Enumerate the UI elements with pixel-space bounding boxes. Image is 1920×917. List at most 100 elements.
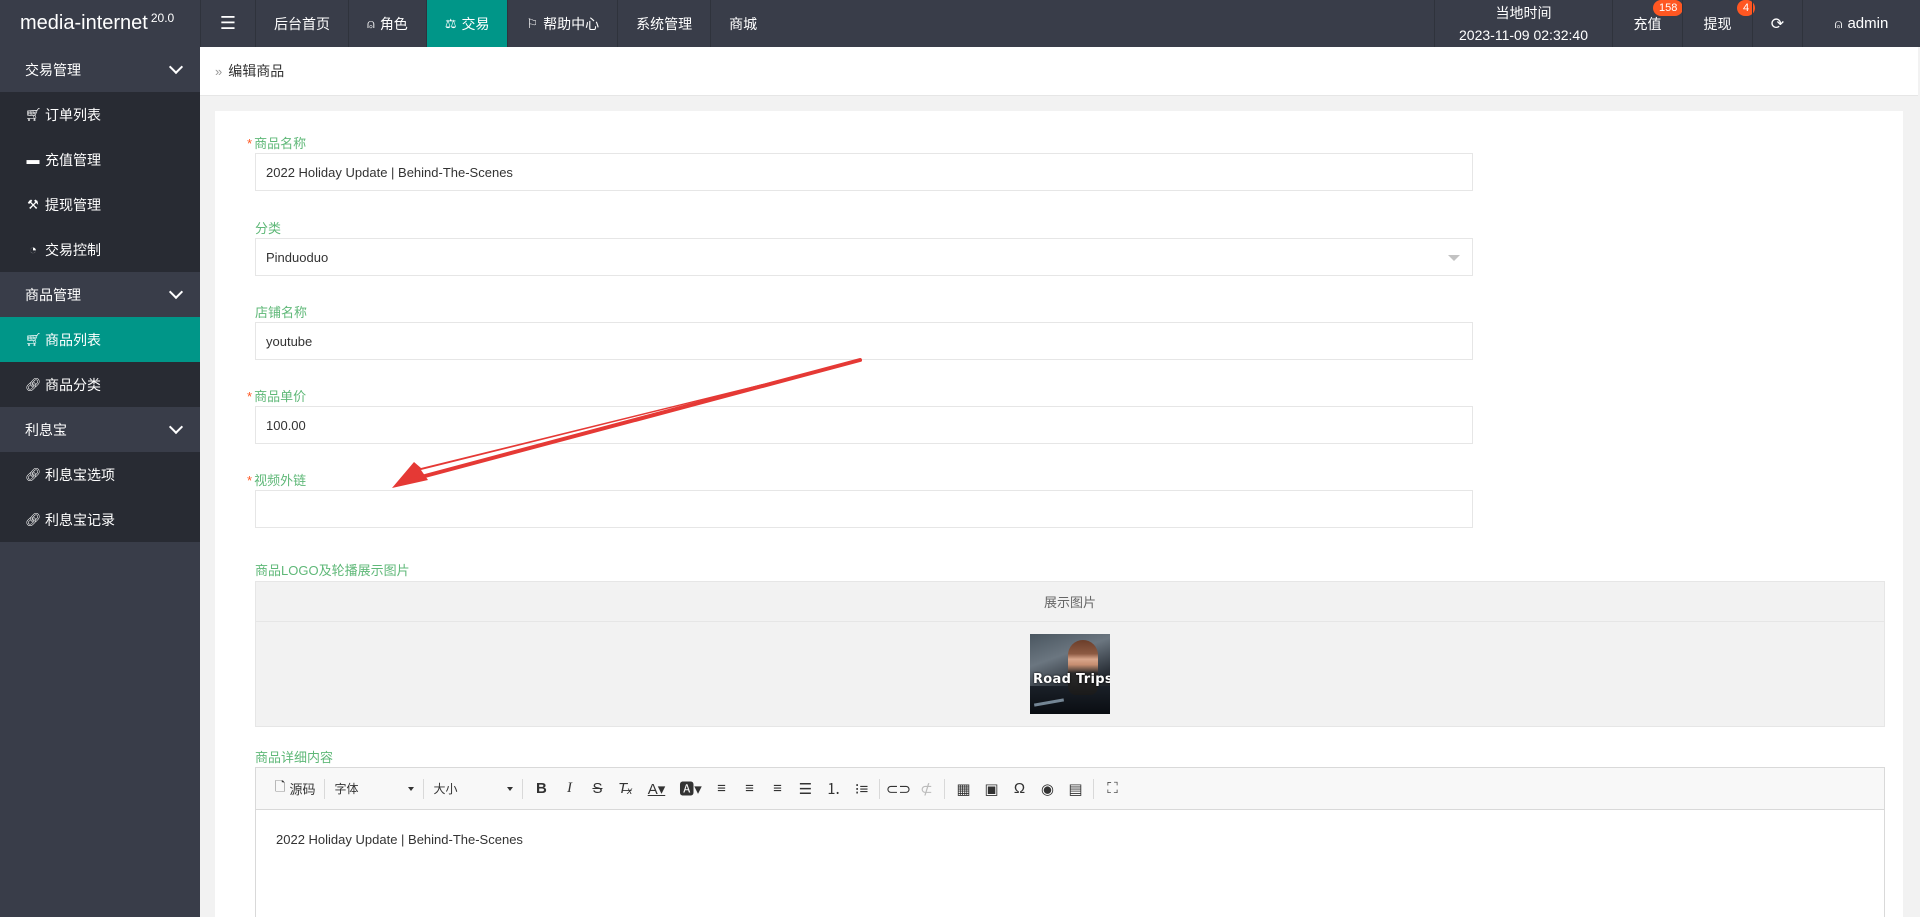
caret-down-icon — [408, 786, 415, 791]
user-icon: ⍝ — [367, 15, 375, 31]
double-chevron-right-icon: » — [215, 63, 223, 79]
special-char-icon[interactable]: Ω — [1005, 776, 1033, 802]
link-icon: 🔗︎ — [25, 376, 42, 392]
sidebar-group-interest[interactable]: 利息宝 — [0, 407, 200, 452]
emoji-icon[interactable]: ◉ — [1033, 776, 1061, 802]
image-icon[interactable]: ▣ — [977, 776, 1005, 802]
nav-home[interactable]: 后台首页 — [255, 0, 348, 47]
local-time-label: 当地时间 — [1495, 4, 1552, 21]
align-justify-icon[interactable]: ☰ — [791, 776, 819, 802]
editor-content[interactable]: 2022 Holiday Update | Behind-The-Scenes — [256, 810, 1884, 917]
italic-icon[interactable]: I — [555, 776, 583, 802]
ordered-list-icon[interactable]: ⒈ — [819, 776, 847, 802]
user-name: admin — [1847, 15, 1889, 32]
align-right-icon[interactable]: ≡ — [763, 776, 791, 802]
nav-mall[interactable]: 商城 — [710, 0, 775, 47]
nav-trade[interactable]: ⚖ 交易 — [425, 0, 508, 47]
fullscreen-icon[interactable]: ⛶ — [1098, 776, 1126, 802]
sidebar-item-product-list[interactable]: 🛒︎ 商品列表 — [0, 317, 200, 362]
top-bar: media-internet 20.0 ☰ 后台首页 ⍝ 角色 ⚖ 交易 ⚐ 帮助中心 … — [0, 0, 1920, 47]
nav-help[interactable]: ⚐ 帮助中心 — [507, 0, 617, 47]
source-button[interactable]: 🗋 源码 — [270, 776, 320, 802]
user-icon: ⍝ — [1834, 15, 1843, 31]
toolbar-separator — [324, 778, 326, 799]
nav-roles[interactable]: ⍝ 角色 — [348, 0, 426, 47]
table-icon[interactable]: ▦ — [949, 776, 977, 802]
code-icon[interactable]: ▤ — [1061, 776, 1089, 802]
category-select[interactable]: Pinduoduo — [255, 238, 1473, 276]
sidebar-item-label: 提现管理 — [45, 196, 101, 213]
sidebar-group-products[interactable]: 商品管理 — [0, 272, 200, 317]
sidebar-item-trade-control[interactable]: ◔ 交易控制 — [0, 227, 200, 272]
unordered-list-icon[interactable]: ⁝≡ — [847, 776, 875, 802]
align-center-icon[interactable]: ≡ — [735, 776, 763, 802]
chevron-down-icon — [168, 284, 184, 299]
file-icon: 🗋 — [275, 778, 286, 794]
app-version: 20.0 — [150, 10, 175, 25]
shop-name-input[interactable]: youtube — [255, 322, 1473, 360]
refresh-icon[interactable]: ⟳ — [1752, 0, 1802, 47]
toolbar-separator — [944, 778, 946, 799]
text-color-icon[interactable]: A▾ — [639, 776, 673, 802]
chevron-down-icon — [168, 419, 184, 434]
toolbar-separator — [879, 778, 881, 799]
font-select[interactable]: 字体 — [329, 776, 419, 802]
product-name-input[interactable]: 2022 Holiday Update | Behind-The-Scenes — [255, 153, 1473, 191]
align-left-icon[interactable]: ≡ — [707, 776, 735, 802]
sidebar-item-product-category[interactable]: 🔗︎ 商品分类 — [0, 362, 200, 407]
product-images-label: 商品LOGO及轮播展示图片 — [255, 563, 410, 578]
cart-icon: 🛒︎ — [25, 106, 42, 122]
sidebar-group-label: 商品管理 — [25, 286, 81, 303]
sidebar-item-label: 订单列表 — [45, 106, 101, 123]
sidebar-item-interest-options[interactable]: 🔗︎ 利息宝选项 — [0, 452, 200, 497]
clear-format-icon[interactable]: T̶ₓ — [611, 776, 639, 802]
size-label: 大小 — [433, 782, 458, 796]
withdraw-button[interactable]: 提现 4 — [1682, 0, 1756, 47]
recharge-badge: 158 — [1653, 0, 1684, 16]
withdraw-label: 提现 — [1703, 15, 1732, 32]
unlink-icon[interactable]: ⊄ — [912, 776, 940, 802]
local-time: 当地时间 2023-11-09 02:32:40 — [1434, 0, 1612, 47]
hammer-icon: ⚒ — [27, 196, 39, 212]
sidebar-item-interest-records[interactable]: 🔗︎ 利息宝记录 — [0, 497, 200, 542]
app-title: media-internet — [20, 12, 148, 34]
hamburger-icon[interactable]: ☰ — [200, 0, 255, 47]
category-value: Pinduoduo — [266, 249, 329, 265]
product-detail-label: 商品详细内容 — [255, 750, 334, 765]
link-icon[interactable]: ⊂⊃ — [884, 776, 912, 802]
product-name-label: * 商品名称 — [247, 136, 307, 151]
nav-mall-label: 商城 — [729, 15, 758, 32]
strikethrough-icon[interactable]: S — [583, 776, 611, 802]
cart-icon: 🛒︎ — [25, 331, 42, 347]
nav-system[interactable]: 系统管理 — [617, 0, 710, 47]
chevron-down-icon — [1448, 255, 1460, 261]
product-images-table: 展示图片 Road Trips — [255, 581, 1885, 727]
sidebar-group-trade[interactable]: 交易管理 — [0, 47, 200, 92]
top-right: 当地时间 2023-11-09 02:32:40 充值 158 提现 4 ⟳ ⍝… — [1434, 0, 1920, 47]
product-thumbnail[interactable]: Road Trips — [1030, 634, 1110, 714]
sidebar-item-withdraw[interactable]: ⚒ 提现管理 — [0, 182, 200, 227]
background-color-icon[interactable]: 🅰︎▾ — [673, 776, 707, 802]
nav-system-label: 系统管理 — [636, 15, 693, 32]
scale-icon: ⚖ — [444, 15, 457, 31]
sidebar-item-orders[interactable]: 🛒︎ 订单列表 — [0, 92, 200, 137]
sidebar-item-label: 利息宝选项 — [45, 466, 115, 483]
price-input[interactable]: 100.00 — [255, 406, 1473, 444]
app-logo[interactable]: media-internet 20.0 — [0, 0, 200, 47]
recharge-label: 充值 — [1633, 15, 1662, 32]
size-select[interactable]: 大小 — [428, 776, 518, 802]
sidebar-item-label: 交易控制 — [45, 241, 101, 258]
video-link-input[interactable] — [255, 490, 1473, 528]
bold-icon[interactable]: B — [527, 776, 555, 802]
main-content: » 编辑商品 * 商品名称 2022 Holiday Update | Behin… — [200, 47, 1918, 917]
toolbar-separator — [522, 778, 524, 799]
images-header: 展示图片 — [256, 582, 1884, 622]
local-time-value: 2023-11-09 02:32:40 — [1459, 26, 1588, 43]
edit-product-form: * 商品名称 2022 Holiday Update | Behind-The-S… — [215, 111, 1903, 917]
sidebar-item-recharge[interactable]: ▬ 充值管理 — [0, 137, 200, 182]
sidebar-item-label: 商品分类 — [45, 376, 101, 393]
sidebar-item-label: 充值管理 — [45, 151, 101, 168]
recharge-button[interactable]: 充值 158 — [1612, 0, 1684, 47]
caret-down-icon — [507, 786, 514, 791]
user-menu[interactable]: ⍝ admin — [1802, 0, 1920, 47]
